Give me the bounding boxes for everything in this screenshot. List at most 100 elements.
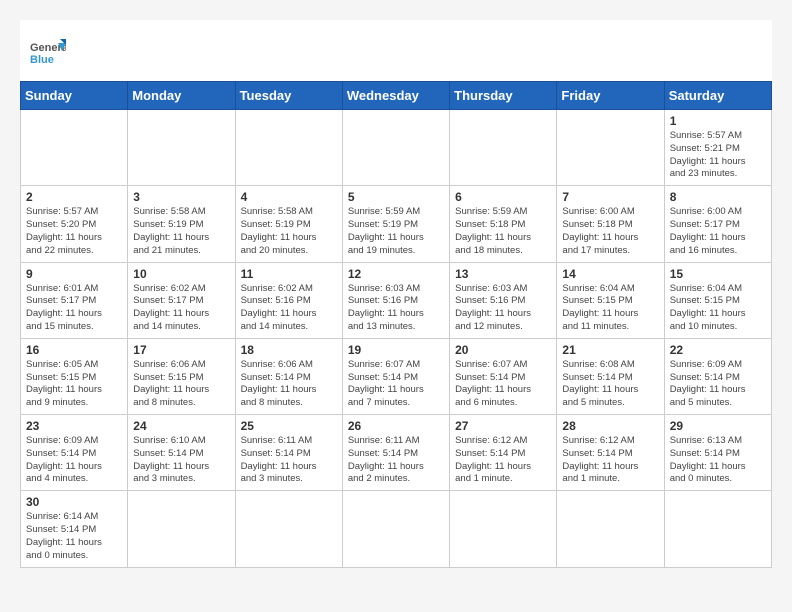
day-number: 9 [26, 267, 122, 281]
weekday-header-friday: Friday [557, 82, 664, 110]
calendar-cell: 1Sunrise: 5:57 AM Sunset: 5:21 PM Daylig… [664, 110, 771, 186]
day-number: 1 [670, 114, 766, 128]
calendar-cell: 12 Sunrise: 6:03 AM Sunset: 5:16 PM Dayli… [342, 262, 449, 338]
weekday-header-monday: Monday [128, 82, 235, 110]
day-number: 22 [670, 343, 766, 357]
calendar-cell: 17Sunrise: 6:06 AM Sunset: 5:15 PM Dayli… [128, 338, 235, 414]
calendar-cell: 27 Sunrise: 6:12 AM Sunset: 5:14 PM Dayli… [450, 415, 557, 491]
calendar-cell: 18 Sunrise: 6:06 AM Sunset: 5:14 PM Dayli… [235, 338, 342, 414]
weekday-header-saturday: Saturday [664, 82, 771, 110]
day-info: Sunrise: 6:04 AM Sunset: 5:15 PM Dayligh… [670, 283, 766, 334]
day-info: Sunrise: 6:11 AM Sunset: 5:14 PM Dayligh… [241, 435, 337, 486]
day-number: 10 [133, 267, 229, 281]
calendar-cell: 11 Sunrise: 6:02 AM Sunset: 5:16 PM Dayli… [235, 262, 342, 338]
calendar-cell: 2 Sunrise: 5:57 AM Sunset: 5:20 PM Daylig… [21, 186, 128, 262]
svg-text:Blue: Blue [30, 54, 54, 66]
day-number: 25 [241, 419, 337, 433]
day-number: 17 [133, 343, 229, 357]
calendar-cell: 25 Sunrise: 6:11 AM Sunset: 5:14 PM Dayli… [235, 415, 342, 491]
calendar-cell: 14Sunrise: 6:04 AM Sunset: 5:15 PM Dayli… [557, 262, 664, 338]
day-info: Sunrise: 5:59 AM Sunset: 5:19 PM Dayligh… [348, 206, 444, 257]
day-info: Sunrise: 6:07 AM Sunset: 5:14 PM Dayligh… [455, 359, 551, 410]
day-info: Sunrise: 6:03 AM Sunset: 5:16 PM Dayligh… [348, 283, 444, 334]
day-number: 6 [455, 190, 551, 204]
weekday-header-sunday: Sunday [21, 82, 128, 110]
day-info: Sunrise: 6:12 AM Sunset: 5:14 PM Dayligh… [455, 435, 551, 486]
day-number: 8 [670, 190, 766, 204]
calendar-cell: 15 Sunrise: 6:04 AM Sunset: 5:15 PM Dayli… [664, 262, 771, 338]
day-number: 2 [26, 190, 122, 204]
day-info: Sunrise: 6:06 AM Sunset: 5:14 PM Dayligh… [241, 359, 337, 410]
calendar-cell: 20 Sunrise: 6:07 AM Sunset: 5:14 PM Dayli… [450, 338, 557, 414]
calendar-cell [450, 110, 557, 186]
day-number: 5 [348, 190, 444, 204]
calendar-cell: 7 Sunrise: 6:00 AM Sunset: 5:18 PM Daylig… [557, 186, 664, 262]
day-info: Sunrise: 5:59 AM Sunset: 5:18 PM Dayligh… [455, 206, 551, 257]
day-number: 29 [670, 419, 766, 433]
calendar-cell [235, 491, 342, 567]
day-number: 3 [133, 190, 229, 204]
calendar-cell: 30 Sunrise: 6:14 AM Sunset: 5:14 PM Dayli… [21, 491, 128, 567]
calendar-cell: 13Sunrise: 6:03 AM Sunset: 5:16 PM Dayli… [450, 262, 557, 338]
day-info: Sunrise: 6:08 AM Sunset: 5:14 PM Dayligh… [562, 359, 658, 410]
weekday-header-tuesday: Tuesday [235, 82, 342, 110]
day-number: 12 [348, 267, 444, 281]
day-number: 14 [562, 267, 658, 281]
day-info: Sunrise: 5:58 AM Sunset: 5:19 PM Dayligh… [241, 206, 337, 257]
day-info: Sunrise: 6:02 AM Sunset: 5:16 PM Dayligh… [241, 283, 337, 334]
day-info: Sunrise: 6:14 AM Sunset: 5:14 PM Dayligh… [26, 511, 122, 562]
calendar-body: 1Sunrise: 5:57 AM Sunset: 5:21 PM Daylig… [21, 110, 772, 568]
calendar-page: General Blue SundayMondayTuesdayWednesda… [20, 20, 772, 568]
calendar-cell: 6 Sunrise: 5:59 AM Sunset: 5:18 PM Daylig… [450, 186, 557, 262]
day-info: Sunrise: 6:09 AM Sunset: 5:14 PM Dayligh… [26, 435, 122, 486]
calendar-cell: 5 Sunrise: 5:59 AM Sunset: 5:19 PM Daylig… [342, 186, 449, 262]
calendar-cell: 10 Sunrise: 6:02 AM Sunset: 5:17 PM Dayli… [128, 262, 235, 338]
weekday-header-wednesday: Wednesday [342, 82, 449, 110]
day-number: 7 [562, 190, 658, 204]
day-number: 21 [562, 343, 658, 357]
day-info: Sunrise: 6:12 AM Sunset: 5:14 PM Dayligh… [562, 435, 658, 486]
day-info: Sunrise: 6:10 AM Sunset: 5:14 PM Dayligh… [133, 435, 229, 486]
calendar-cell [128, 110, 235, 186]
day-info: Sunrise: 5:57 AM Sunset: 5:20 PM Dayligh… [26, 206, 122, 257]
day-number: 4 [241, 190, 337, 204]
calendar-cell [21, 110, 128, 186]
day-number: 11 [241, 267, 337, 281]
calendar-cell [557, 110, 664, 186]
calendar-cell [128, 491, 235, 567]
day-number: 18 [241, 343, 337, 357]
calendar-cell [664, 491, 771, 567]
day-number: 13 [455, 267, 551, 281]
calendar-table: SundayMondayTuesdayWednesdayThursdayFrid… [20, 81, 772, 568]
day-info: Sunrise: 6:11 AM Sunset: 5:14 PM Dayligh… [348, 435, 444, 486]
day-number: 30 [26, 495, 122, 509]
calendar-cell: 9Sunrise: 6:01 AM Sunset: 5:17 PM Daylig… [21, 262, 128, 338]
day-info: Sunrise: 6:02 AM Sunset: 5:17 PM Dayligh… [133, 283, 229, 334]
calendar-cell: 3 Sunrise: 5:58 AM Sunset: 5:19 PM Daylig… [128, 186, 235, 262]
day-number: 15 [670, 267, 766, 281]
calendar-week-row: 9Sunrise: 6:01 AM Sunset: 5:17 PM Daylig… [21, 262, 772, 338]
day-info: Sunrise: 6:07 AM Sunset: 5:14 PM Dayligh… [348, 359, 444, 410]
day-number: 27 [455, 419, 551, 433]
calendar-cell: 21 Sunrise: 6:08 AM Sunset: 5:14 PM Dayli… [557, 338, 664, 414]
calendar-cell: 26 Sunrise: 6:11 AM Sunset: 5:14 PM Dayli… [342, 415, 449, 491]
calendar-cell [235, 110, 342, 186]
calendar-week-row: 1Sunrise: 5:57 AM Sunset: 5:21 PM Daylig… [21, 110, 772, 186]
day-number: 26 [348, 419, 444, 433]
day-number: 16 [26, 343, 122, 357]
calendar-week-row: 30 Sunrise: 6:14 AM Sunset: 5:14 PM Dayli… [21, 491, 772, 567]
day-info: Sunrise: 5:58 AM Sunset: 5:19 PM Dayligh… [133, 206, 229, 257]
calendar-cell [342, 110, 449, 186]
day-info: Sunrise: 6:00 AM Sunset: 5:18 PM Dayligh… [562, 206, 658, 257]
day-number: 28 [562, 419, 658, 433]
weekday-header-row: SundayMondayTuesdayWednesdayThursdayFrid… [21, 82, 772, 110]
calendar-week-row: 16Sunrise: 6:05 AM Sunset: 5:15 PM Dayli… [21, 338, 772, 414]
day-number: 23 [26, 419, 122, 433]
day-number: 20 [455, 343, 551, 357]
logo: General Blue [30, 35, 66, 71]
calendar-cell: 28 Sunrise: 6:12 AM Sunset: 5:14 PM Dayli… [557, 415, 664, 491]
generalblue-logo-icon: General Blue [30, 35, 66, 71]
calendar-week-row: 23 Sunrise: 6:09 AM Sunset: 5:14 PM Dayli… [21, 415, 772, 491]
day-info: Sunrise: 6:13 AM Sunset: 5:14 PM Dayligh… [670, 435, 766, 486]
calendar-cell: 23 Sunrise: 6:09 AM Sunset: 5:14 PM Dayli… [21, 415, 128, 491]
